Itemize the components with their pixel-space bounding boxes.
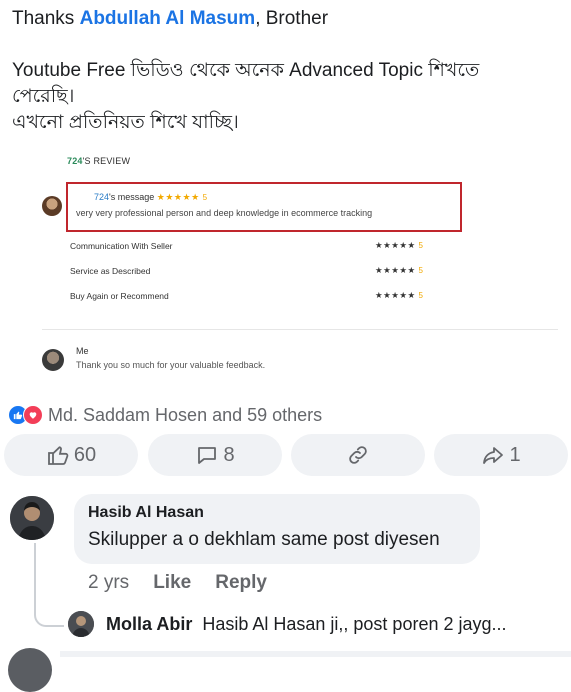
copy-link-button[interactable] (291, 434, 425, 476)
post-line-1: Youtube Free ভিডিও থেকে অনেক Advanced To… (12, 60, 480, 81)
post-text: Thanks Abdullah Al Masum, Brother Youtub… (12, 6, 562, 136)
link-icon (346, 443, 370, 467)
star-rating-icon: ★★★★★ 5 (156, 192, 208, 202)
comment-bubble[interactable]: Hasib Al Hasan Skilupper a o dekhlam sam… (74, 494, 480, 564)
reply-preview[interactable]: Molla Abir Hasib Al Hasan ji,, post pore… (68, 610, 507, 638)
criteria-label-buy-again: Buy Again or Recommend (70, 291, 169, 301)
comment-icon (195, 443, 219, 467)
commenter-avatar[interactable] (10, 496, 54, 540)
review-message-box: 724's message ★★★★★ 5 very very professi… (66, 182, 462, 232)
like-count: 60 (73, 443, 97, 466)
review-screenshot[interactable]: 724'S REVIEW 724's message ★★★★★ 5 very … (24, 144, 558, 396)
reviewer-avatar (42, 196, 62, 216)
review-message-text: very very professional person and deep k… (76, 208, 373, 218)
comment-reply-button[interactable]: Reply (215, 572, 267, 594)
criteria-label-service: Service as Described (70, 266, 151, 276)
reply-author[interactable]: Molla Abir (106, 614, 192, 635)
review-message-header: 724's message ★★★★★ 5 (94, 192, 208, 202)
share-count: 1 (509, 443, 521, 466)
comment-count: 8 (223, 443, 235, 466)
comment-time: 2 yrs (88, 572, 130, 593)
reactions-text: Md. Saddam Hosen and 59 others (48, 404, 323, 425)
comment-like-button[interactable]: Like (153, 572, 191, 594)
comment-text: Skilupper a o dekhlam same post diyesen (88, 529, 440, 550)
criteria-stars-communication: ★★★★★ 5 (375, 240, 424, 250)
post-thanks-line: Thanks Abdullah Al Masum, Brother (12, 6, 562, 32)
me-name: Me (76, 346, 89, 356)
share-button[interactable]: 1 (434, 434, 568, 476)
me-avatar (42, 349, 64, 371)
post-line-2: পেরেছি। (12, 86, 75, 107)
post-actions: 60 8 1 (0, 434, 571, 478)
like-button[interactable]: 60 (4, 434, 138, 476)
me-reply-text: Thank you so much for your valuable feed… (76, 360, 266, 370)
love-icon (23, 405, 43, 425)
reply-text: Hasib Al Hasan ji,, post poren 2 jayg... (202, 613, 507, 634)
review-title: 724'S REVIEW (67, 156, 131, 166)
comment-author[interactable]: Hasib Al Hasan (88, 504, 204, 522)
next-comment-bubble-edge (60, 651, 571, 657)
reply-thread-line (34, 543, 64, 627)
criteria-stars-service: ★★★★★ 5 (375, 265, 424, 275)
reply-avatar (68, 611, 94, 637)
post-line-3: এখনো প্রতিনিয়ত শিখে যাচ্ছি। (12, 112, 239, 133)
thanks-suffix: , Brother (255, 8, 329, 29)
comment-meta: 2 yrs Like Reply (88, 572, 267, 594)
thumbs-up-icon (46, 443, 70, 467)
share-icon (481, 443, 505, 467)
next-comment-avatar (8, 648, 52, 692)
criteria-label-communication: Communication With Seller (70, 241, 173, 251)
mention-link[interactable]: Abdullah Al Masum (80, 8, 256, 29)
review-divider (42, 329, 558, 330)
thanks-prefix: Thanks (12, 8, 80, 29)
criteria-stars-buy-again: ★★★★★ 5 (375, 290, 424, 300)
comment-button[interactable]: 8 (148, 434, 282, 476)
reactions-summary[interactable]: Md. Saddam Hosen and 59 others (8, 403, 322, 427)
